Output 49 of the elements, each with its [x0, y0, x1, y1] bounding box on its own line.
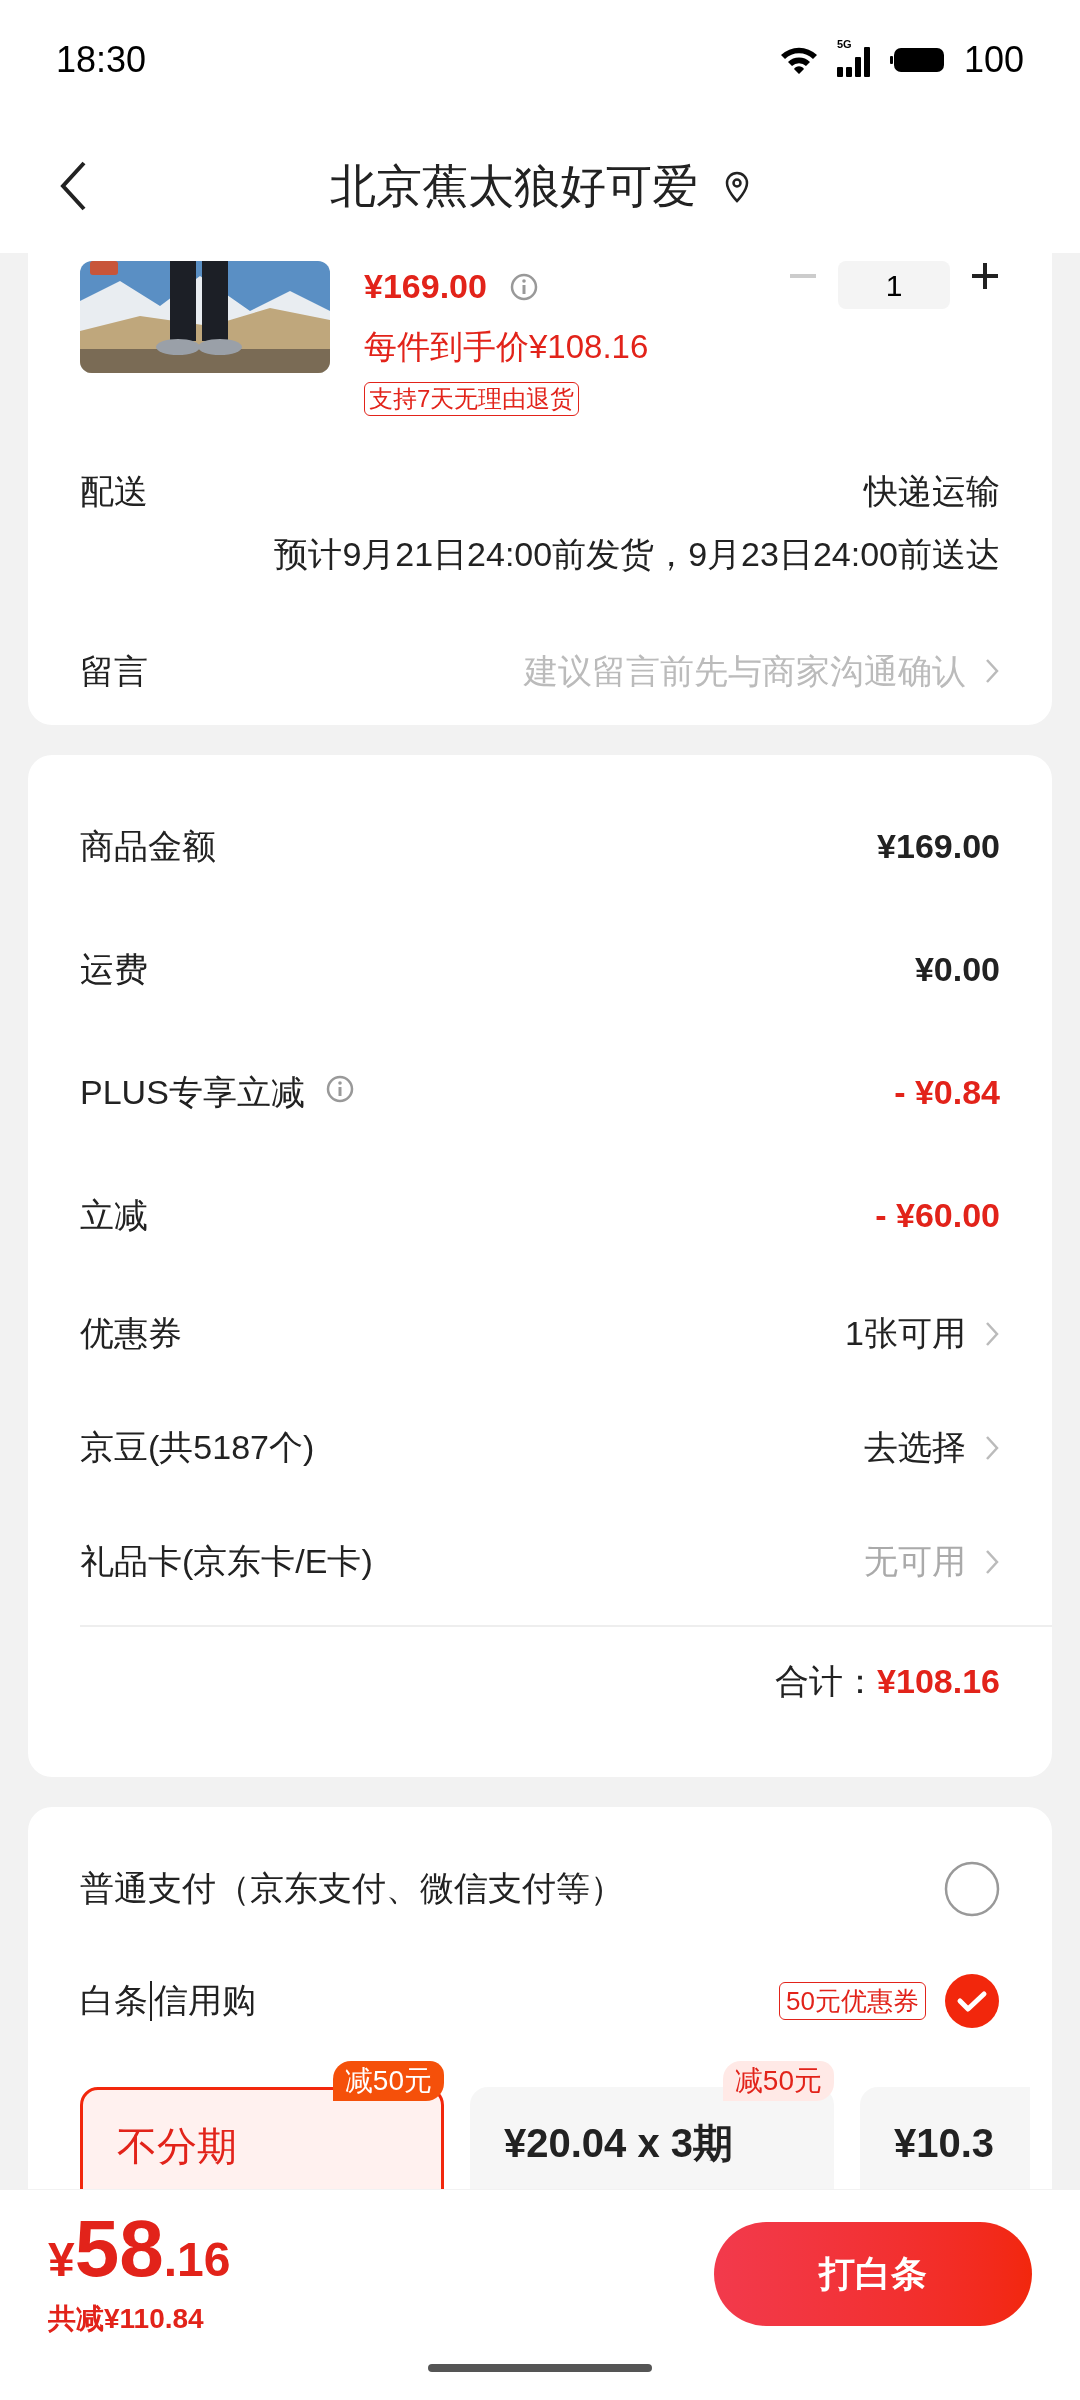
pay-button[interactable]: 打白条: [714, 2222, 1032, 2326]
row-label: 商品金额: [80, 825, 216, 867]
info-icon[interactable]: [324, 1074, 355, 1104]
row-label: 立减: [80, 1194, 148, 1236]
payable-amount: ¥58.16: [48, 2204, 231, 2295]
info-icon[interactable]: [508, 271, 539, 302]
page-title: 北京蕉太狼好可爱: [330, 159, 698, 214]
row-value: - ¥0.84: [894, 1071, 1000, 1113]
row-label: 优惠券: [80, 1313, 182, 1354]
note-field[interactable]: 建议留言前先与商家沟通确认: [406, 645, 966, 697]
chevron-icon: [984, 657, 1000, 685]
per-item-price: 每件到手价¥108.16: [364, 327, 649, 367]
row-label: 礼品卡(京东卡/E卡): [80, 1541, 373, 1582]
delivery-estimate: 预计9月21日24:00前发货，9月23日24:00前送达: [274, 533, 1000, 575]
plan-title: ¥20.04 x 3期: [504, 2119, 735, 2167]
plan-title: ¥10.3: [894, 2119, 996, 2167]
location-icon: [724, 170, 750, 203]
radio-button[interactable]: [944, 1860, 1000, 1917]
row-value: ¥0.00: [914, 948, 1000, 990]
coupon-badge: 50元优惠券: [779, 1981, 926, 2020]
installment-option[interactable]: ¥10.3: [860, 2086, 1030, 2189]
return-policy-tag: 支持7天无理由退货: [364, 381, 580, 416]
row-label: PLUS专享立减: [80, 1071, 305, 1113]
battery-level: 100: [963, 38, 1024, 82]
status-time: 18:30: [56, 38, 147, 82]
row-value: - ¥60.00: [875, 1194, 1000, 1236]
note-label: 留言: [80, 650, 148, 692]
plan-title: 不分期: [117, 2122, 238, 2170]
radio-button[interactable]: [944, 1972, 1000, 2029]
delivery-method: 快递运输: [864, 470, 1000, 512]
total-savings: 共减¥110.84: [48, 2302, 205, 2336]
option-value[interactable]: 1张可用: [845, 1308, 966, 1359]
row-label: 运费: [80, 948, 148, 990]
quantity-field[interactable]: 1: [838, 261, 950, 309]
product-price: ¥169.00: [364, 266, 487, 307]
payment-method-label: 信用购: [154, 1980, 256, 2021]
payment-method-label: 白条: [80, 1980, 148, 2021]
row-value: ¥169.00: [877, 825, 1000, 867]
discount-tag: 减50元: [332, 2060, 444, 2101]
row-label: 京豆(共5187个): [80, 1427, 315, 1468]
discount-tag: 减50元: [722, 2060, 834, 2101]
plus-icon[interactable]: [970, 261, 1000, 291]
back-icon[interactable]: [58, 160, 88, 212]
total-value: ¥108.16: [877, 1661, 1000, 1702]
delivery-label: 配送: [80, 470, 148, 512]
payment-method-label: 普通支付（京东支付、微信支付等）: [80, 1868, 624, 1909]
battery-icon: [889, 46, 946, 74]
option-value[interactable]: 去选择: [864, 1422, 966, 1473]
total-label: 合计：: [775, 1661, 878, 1702]
